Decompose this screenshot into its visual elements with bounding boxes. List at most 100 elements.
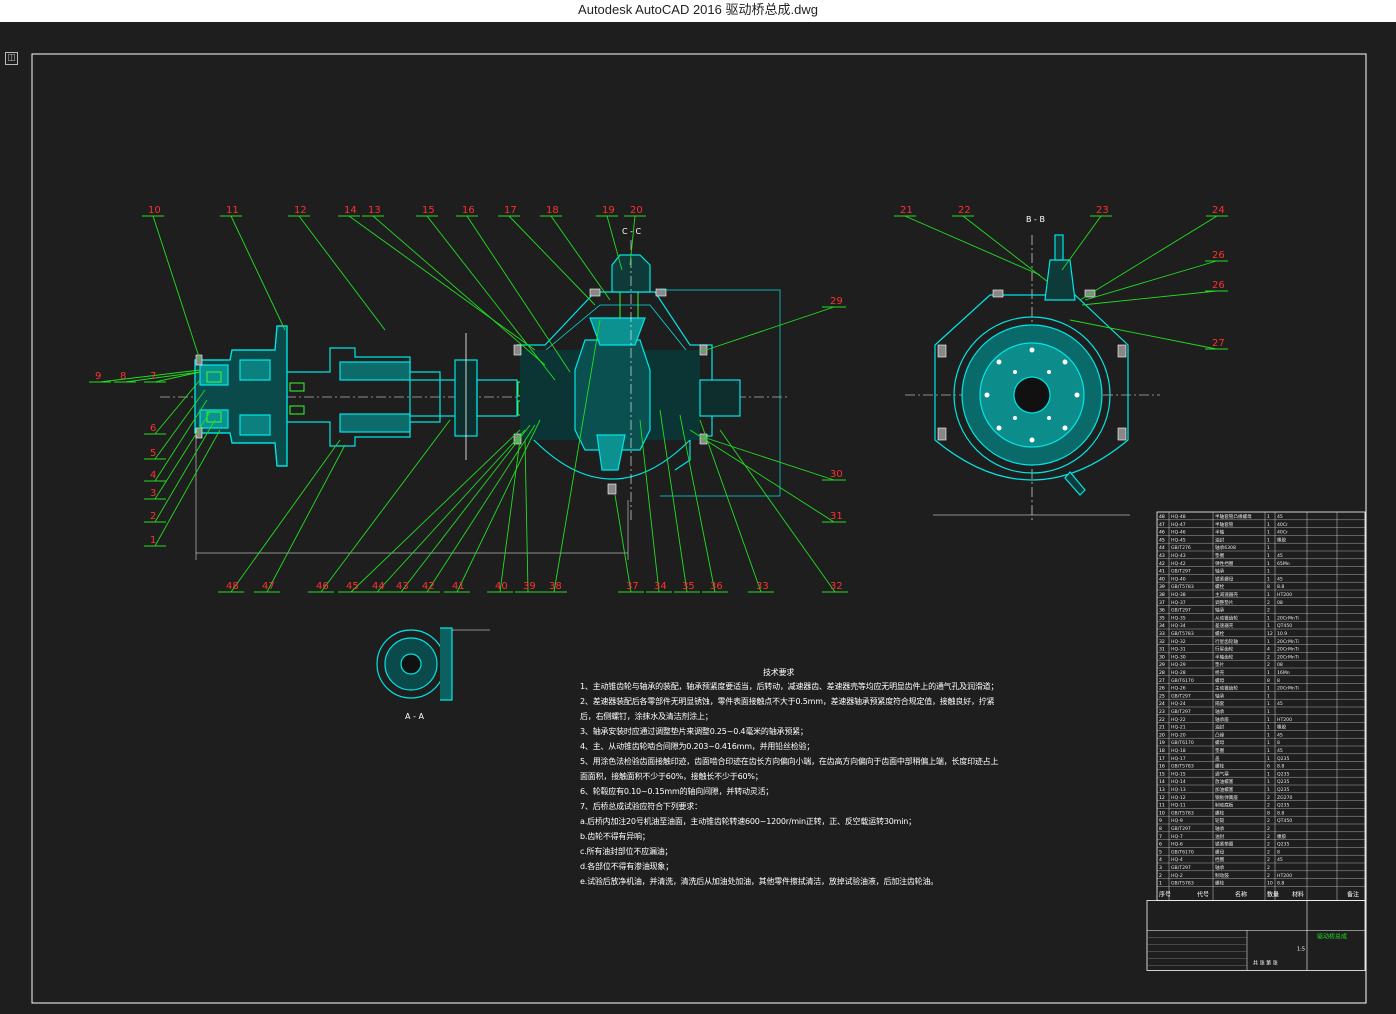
bom-cell: 轴承 xyxy=(1215,568,1225,575)
bom-cell: 2 xyxy=(1267,826,1270,832)
leader-line xyxy=(639,419,660,593)
bom-cell: 21 xyxy=(1159,725,1165,731)
bom-cell: 65Mn xyxy=(1277,561,1290,567)
balloon-number: 20 xyxy=(630,205,643,216)
bom-cell: 1 xyxy=(1267,709,1270,715)
notes-line: 面面积，接触面积不少于60%，接触长不少于60%； xyxy=(580,772,763,781)
title-block-sheet: 共 张 第 张 xyxy=(1253,959,1278,966)
bom-cell: 1 xyxy=(1267,725,1270,731)
bom-cell: HQ-7 xyxy=(1171,834,1183,840)
bom-cell: 46 xyxy=(1159,530,1165,536)
bom-cell: 行星齿轮 xyxy=(1215,646,1234,653)
bom-cell: 8 xyxy=(1159,826,1162,832)
bom-cell: 1 xyxy=(1267,771,1270,777)
bom-cell: 油封 xyxy=(1215,724,1225,731)
leader-line xyxy=(524,439,529,593)
balloon-number: 46 xyxy=(316,581,329,592)
bom-cell: HQ-46 xyxy=(1171,530,1186,536)
leader-line xyxy=(426,215,556,381)
leader-line xyxy=(679,414,716,593)
balloon-number: 47 xyxy=(262,581,275,592)
window-titlebar: Autodesk AutoCAD 2016 驱动桥总成.dwg xyxy=(0,0,1396,22)
bom-cell: HQ-24 xyxy=(1171,701,1186,707)
title-block-name: 驱动桥总成 xyxy=(1317,932,1347,940)
bom-cell: 主减速器壳 xyxy=(1215,591,1238,598)
bom-cell: 4 xyxy=(1267,647,1270,653)
bom-cell: 20CrMnTi xyxy=(1277,654,1299,660)
leader-line xyxy=(350,429,521,593)
bom-cell: 40 xyxy=(1159,576,1165,582)
bom-cell: 36 xyxy=(1159,608,1165,614)
bom-cell: 1 xyxy=(1267,592,1270,598)
balloon-number: 35 xyxy=(682,581,695,592)
bom-cell: 2 xyxy=(1267,803,1270,809)
bom-cell: 主动锥齿轮 xyxy=(1215,685,1238,692)
leader-line xyxy=(154,379,201,435)
bom-cell: 8 xyxy=(1267,678,1270,684)
bom-cell: 2 xyxy=(1267,818,1270,824)
leader-line xyxy=(1081,290,1217,306)
bom-cell: Q235 xyxy=(1277,787,1289,793)
balloon-number: 21 xyxy=(900,205,913,216)
bom-cell: 1 xyxy=(1159,881,1162,887)
bom-cell: HQ-35 xyxy=(1171,615,1186,621)
bom-cell: 锁紧螺母 xyxy=(1215,575,1234,582)
balloon-number: 26 xyxy=(1212,280,1225,291)
bom-cell: HT200 xyxy=(1277,592,1292,598)
bom-cell: 6 xyxy=(1159,842,1162,848)
main-assembly-view xyxy=(160,240,790,560)
bom-cell: 13 xyxy=(1159,787,1165,793)
notes-line: 1、主动锥齿轮与轴承的装配，轴承预紧度要适当，后转动，减速器齿、差速器壳等均应无… xyxy=(580,682,999,691)
bom-cell: 1 xyxy=(1267,748,1270,754)
notes-line: 5、用涂色法检验齿面接触印迹，齿面啮合印迹在齿长方向偏向小端，在齿高方向偏向于齿… xyxy=(580,757,999,766)
bom-cell: Q235 xyxy=(1277,803,1289,809)
bom-cell: 2 xyxy=(1159,873,1162,879)
bom-cell: 弹性挡圈 xyxy=(1215,560,1234,567)
bom-cell: 8.8 xyxy=(1277,584,1284,590)
bom-cell: ZG270 xyxy=(1277,795,1293,801)
bom-cell: HQ-15 xyxy=(1171,771,1186,777)
bom-cell: HQ-2 xyxy=(1171,873,1183,879)
bom-cell: 28 xyxy=(1159,670,1165,676)
bom-cell: 1 xyxy=(1267,639,1270,645)
bom-cell: 08 xyxy=(1277,662,1283,668)
bom-table: 48 HQ-48 半轴套管凸缘螺母 1 4547 HQ-47 半轴套管 1 40Cr46 HQ-4… xyxy=(1146,511,1366,971)
bom-cell: 橡胶 xyxy=(1277,724,1287,731)
notes-line: c.所有油封部位不应漏油； xyxy=(580,847,673,856)
balloon-number: 42 xyxy=(422,581,435,592)
bom-cell: GB/T297 xyxy=(1171,826,1191,832)
balloon-number: 44 xyxy=(372,581,385,592)
bom-cell: 1 xyxy=(1267,693,1270,699)
bom-cell: 45 xyxy=(1277,576,1283,582)
bom-cell: 1 xyxy=(1267,530,1270,536)
bom-cell: 8 xyxy=(1267,810,1270,816)
leader-line xyxy=(348,215,536,351)
balloon-number: 17 xyxy=(504,205,517,216)
bom-cell: 14 xyxy=(1159,779,1165,785)
bom-cell: GB/T6170 xyxy=(1171,678,1194,684)
bom-cell: 20CrMnTi xyxy=(1277,639,1299,645)
bom-header: 名称 xyxy=(1235,890,1247,898)
bom-cell: 34 xyxy=(1159,623,1165,629)
bom-cell: 8.8 xyxy=(1277,810,1284,816)
bom-cell: 47 xyxy=(1159,522,1165,528)
bom-cell: 螺栓 xyxy=(1215,809,1225,816)
bom-cell: HQ-45 xyxy=(1171,537,1186,543)
bom-cell: 2 xyxy=(1267,873,1270,879)
bom-cell: 螺栓 xyxy=(1215,583,1225,590)
leader-line xyxy=(614,494,632,593)
bom-cell: 行星齿轮轴 xyxy=(1215,638,1238,645)
balloon-number: 3 xyxy=(150,488,156,499)
leader-line xyxy=(230,215,286,331)
bom-cell: 1 xyxy=(1267,623,1270,629)
bom-cell: 半轴套管 xyxy=(1215,521,1234,528)
bom-cell: 48 xyxy=(1159,514,1165,520)
drawing-canvas[interactable]: ◫ 10 11 12 14 13 15 16 17 18 19 20 21 22… xyxy=(0,22,1396,1014)
bom-cell: GB/T5783 xyxy=(1171,584,1194,590)
bom-cell: 螺栓 xyxy=(1215,880,1225,887)
bom-cell: 1 xyxy=(1267,537,1270,543)
bom-cell: 2 xyxy=(1267,842,1270,848)
balloon-number: 4 xyxy=(150,470,156,481)
bom-cell: 放油螺塞 xyxy=(1215,778,1234,785)
balloon-number: 9 xyxy=(95,371,101,382)
